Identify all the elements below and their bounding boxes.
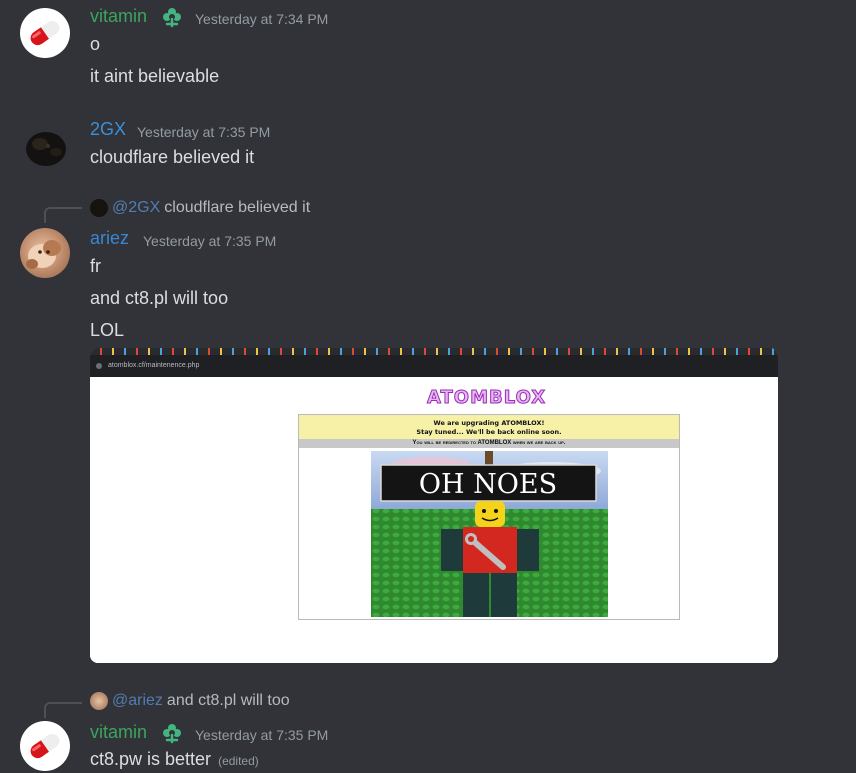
- username-2gx[interactable]: 2GX: [90, 119, 126, 140]
- message-line: o: [90, 34, 101, 54]
- oh-noes-image: OH NOES: [371, 451, 608, 617]
- username-vitamin[interactable]: vitamin: [90, 722, 147, 743]
- browser-url-bar: atomblox.cf/maintenence.php: [90, 355, 778, 377]
- reply-connector: [44, 207, 82, 223]
- avatar-ariez[interactable]: [20, 228, 70, 278]
- timestamp[interactable]: Yesterday at 7:35 PM: [143, 233, 276, 249]
- avatar-2gx[interactable]: [20, 122, 70, 172]
- username-vitamin[interactable]: vitamin: [90, 6, 147, 27]
- message-text: ct8.pw is better: [90, 749, 212, 769]
- maintenance-box: We are upgrading ATOMBLOX! Stay tuned...…: [298, 414, 680, 620]
- reply-text: cloudflare believed it: [164, 199, 311, 216]
- pill-icon: [30, 733, 60, 759]
- reply-preview[interactable]: @2GX cloudflare believed it: [90, 199, 310, 217]
- reply-preview[interactable]: @ariez and ct8.pl will too: [90, 692, 290, 710]
- message-line: and ct8.pl will too: [90, 288, 229, 308]
- image-attachment[interactable]: atomblox.cf/maintenence.php ATOMBLOX We …: [90, 348, 778, 663]
- sign-text: OH NOES: [419, 469, 557, 500]
- maintenance-page: ATOMBLOX We are upgrading ATOMBLOX! Stay…: [90, 377, 778, 663]
- timestamp[interactable]: Yesterday at 7:35 PM: [195, 727, 328, 743]
- flower-icon[interactable]: [161, 6, 183, 28]
- notice-line: We are upgrading ATOMBLOX!: [433, 419, 545, 427]
- avatar-vitamin[interactable]: [20, 721, 70, 771]
- timestamp[interactable]: Yesterday at 7:35 PM: [137, 124, 270, 140]
- username-ariez[interactable]: ariez: [90, 228, 129, 249]
- message-line: cloudflare believed it: [90, 147, 255, 167]
- reply-mention[interactable]: @ariez: [112, 692, 163, 710]
- reply-connector: [44, 702, 82, 718]
- chat-log: vitamin Yesterday at 7:34 PM o it aint b…: [0, 0, 856, 773]
- reply-mention[interactable]: @2GX: [112, 199, 160, 217]
- pill-icon: [30, 20, 60, 46]
- browser-bookmarks-strip: [90, 348, 778, 355]
- creature-icon: [26, 132, 66, 166]
- message-line: fr: [90, 256, 101, 276]
- redirect-notice: You will be redirected to ATOMBLOX when …: [299, 439, 679, 448]
- avatar-vitamin[interactable]: [20, 8, 70, 58]
- timestamp[interactable]: Yesterday at 7:34 PM: [195, 11, 328, 27]
- mini-avatar-ariez: [90, 692, 108, 710]
- hamster-icon: [26, 240, 61, 269]
- maintenance-notice: We are upgrading ATOMBLOX! Stay tuned...…: [299, 415, 679, 439]
- reply-text: and ct8.pl will too: [166, 692, 290, 709]
- message-line: it aint believable: [90, 66, 220, 86]
- mini-avatar-2gx: [90, 199, 108, 217]
- atomblox-logo: ATOMBLOX: [426, 387, 547, 409]
- edited-marker[interactable]: (edited): [218, 754, 259, 768]
- message-line: ct8.pw is better (edited): [90, 749, 259, 770]
- message-line: LOL: [90, 320, 125, 340]
- flower-icon[interactable]: [161, 722, 183, 744]
- notice-line: Stay tuned... We'll be back online soon.: [416, 428, 562, 436]
